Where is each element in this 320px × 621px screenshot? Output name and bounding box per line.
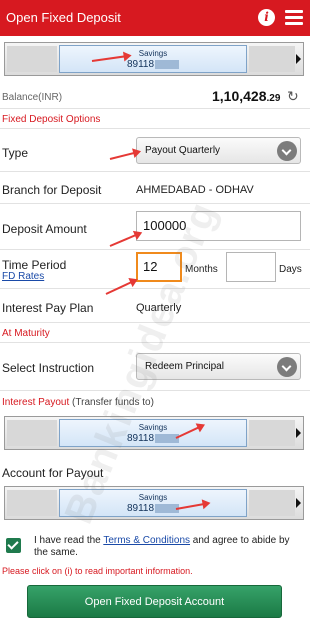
terms-text: I have read the Terms & Conditions and a… [34,535,290,558]
days-input[interactable] [226,252,276,282]
terms-checkbox[interactable] [6,538,21,553]
page-title: Open Fixed Deposit [6,10,121,25]
balance-value: 1,10,428.29 [212,88,281,104]
amount-label: Deposit Amount [2,222,87,236]
type-label: Type [2,146,29,160]
annotation-arrow-icon [109,150,140,160]
next-arrow-icon[interactable] [296,498,301,508]
days-label: Days [279,264,302,275]
account-type: Savings [138,49,168,58]
menu-icon[interactable] [285,10,303,26]
branch-value: AHMEDABAD - ODHAV [136,184,254,196]
next-arrow-icon[interactable] [296,428,301,438]
section-maturity: At Maturity [2,328,50,339]
account-type: Savings [138,423,168,432]
account-number: 89118 [126,503,155,514]
fd-rates-link[interactable]: FD Rates [2,271,44,282]
pay-plan-label: Interest Pay Plan [2,301,94,315]
warning-text: Please click on (i) to read important in… [2,566,193,576]
interest-payout-account-carousel[interactable]: Savings 89118 [4,416,304,450]
type-select[interactable]: Payout Quarterly [136,137,301,164]
app-header: Open Fixed Deposit i [0,0,310,36]
section-fd-options: Fixed Deposit Options [2,114,101,125]
payout-account-carousel[interactable]: Savings 89118 [4,486,304,520]
from-account-card[interactable]: Savings 89118 [59,45,247,73]
refresh-icon[interactable]: ↻ [287,88,299,105]
branch-label: Branch for Deposit [2,183,102,197]
from-account-carousel[interactable]: Savings 89118 [4,42,304,76]
next-arrow-icon[interactable] [296,54,301,64]
period-label: Time Period [2,258,67,272]
chevron-down-icon[interactable] [277,141,297,161]
terms-link[interactable]: Terms & Conditions [103,535,190,546]
chevron-down-icon[interactable] [277,357,297,377]
type-select-value: Payout Quarterly [145,145,221,156]
account-number: 89118 [126,59,155,70]
instruction-label: Select Instruction [2,361,95,375]
info-icon[interactable]: i [258,9,275,26]
annotation-arrow-icon [109,232,141,247]
open-fd-button[interactable]: Open Fixed Deposit Account [27,585,282,618]
balance-label: Balance(INR) [2,92,63,103]
